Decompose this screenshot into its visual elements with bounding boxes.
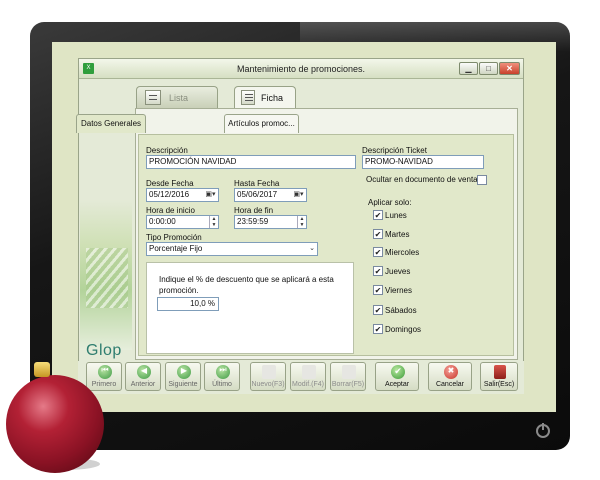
tipo-promocion-select[interactable]: Porcentaje Fijo ⌄ bbox=[146, 242, 318, 256]
subtab-articulos-promocion[interactable]: Artículos promoc... bbox=[224, 114, 299, 133]
nuevo-label: Nuevo(F3) bbox=[251, 381, 285, 388]
ocultar-checkbox[interactable] bbox=[477, 175, 487, 185]
descripcion-label: Descripción bbox=[146, 146, 188, 155]
ultimo-label: Último bbox=[212, 381, 232, 388]
domingos-label: Domingos bbox=[385, 325, 422, 334]
close-button[interactable]: ✕ bbox=[499, 62, 520, 75]
cancelar-label: Cancelar bbox=[435, 381, 464, 388]
borrar-label: Borrar(F5) bbox=[331, 381, 365, 388]
sabados-checkbox[interactable]: ✔ bbox=[373, 305, 383, 315]
anterior-label: Anterior bbox=[130, 381, 156, 388]
tab-lista[interactable]: Lista bbox=[136, 86, 218, 108]
last-record-icon: ⏭ bbox=[216, 365, 230, 379]
desde-fecha-value: 05/12/2016 bbox=[149, 190, 190, 199]
tab-ficha[interactable]: Ficha bbox=[234, 86, 296, 109]
nuevo-button[interactable]: Nuevo(F3) bbox=[250, 362, 286, 391]
minimize-button[interactable]: ▁ bbox=[459, 62, 478, 75]
primero-label: Primero bbox=[91, 381, 117, 388]
siguiente-button[interactable]: ▶ Siguiente bbox=[165, 362, 201, 391]
power-icon[interactable] bbox=[536, 423, 550, 438]
delete-document-icon bbox=[342, 365, 356, 379]
lunes-label: Lunes bbox=[385, 211, 407, 220]
salir-button[interactable]: Salir(Esc) bbox=[480, 362, 518, 391]
calendar-icon[interactable]: ▣▾ bbox=[291, 189, 306, 201]
hora-inicio-input[interactable]: 0:00:00 ▲ ▼ bbox=[146, 215, 219, 229]
hora-inicio-value: 0:00:00 bbox=[149, 217, 176, 226]
salir-label: Salir(Esc) bbox=[483, 381, 515, 388]
chevron-down-icon[interactable]: ⌄ bbox=[307, 243, 317, 255]
list-icon bbox=[241, 90, 255, 105]
discount-percent-input[interactable]: 10,0 % bbox=[157, 297, 219, 311]
next-icon: ▶ bbox=[177, 365, 191, 379]
hasta-fecha-label: Hasta Fecha bbox=[234, 179, 280, 188]
tipo-promocion-label: Tipo Promoción bbox=[146, 233, 202, 242]
miercoles-label: Miercoles bbox=[385, 248, 420, 257]
spinner-icon[interactable]: ▲ ▼ bbox=[297, 216, 306, 228]
aplicar-solo-label: Aplicar solo: bbox=[368, 198, 412, 207]
maximize-button[interactable]: □ bbox=[479, 62, 498, 75]
new-document-icon bbox=[262, 365, 276, 379]
anterior-button[interactable]: ◀ Anterior bbox=[125, 362, 161, 391]
lunes-checkbox[interactable]: ✔ bbox=[373, 210, 383, 220]
hora-fin-input[interactable]: 23:59:59 ▲ ▼ bbox=[234, 215, 307, 229]
discount-instruction: Indique el % de descuento que se aplicar… bbox=[159, 275, 334, 295]
ultimo-button[interactable]: ⏭ Último bbox=[204, 362, 240, 391]
christmas-ornament-icon bbox=[6, 375, 104, 473]
glop-logo: Glop bbox=[86, 342, 122, 359]
hasta-fecha-input[interactable]: 05/06/2017 ▣▾ bbox=[234, 188, 307, 202]
desde-fecha-label: Desde Fecha bbox=[146, 179, 194, 188]
first-record-icon: ⏮ bbox=[98, 365, 112, 379]
desde-fecha-input[interactable]: 05/12/2016 ▣▾ bbox=[146, 188, 219, 202]
descripcion-ticket-input[interactable]: PROMO-NAVIDAD bbox=[362, 155, 484, 169]
magnifier-icon bbox=[145, 90, 161, 105]
window-title: Mantenimiento de promociones. bbox=[236, 64, 366, 74]
decorative-side-art bbox=[80, 200, 132, 350]
descripcion-input[interactable]: PROMOCIÓN NAVIDAD bbox=[146, 155, 356, 169]
tipo-promocion-value: Porcentaje Fijo bbox=[149, 244, 203, 253]
edit-document-icon bbox=[302, 365, 316, 379]
borrar-button[interactable]: Borrar(F5) bbox=[330, 362, 366, 391]
aceptar-label: Aceptar bbox=[384, 381, 410, 388]
spinner-icon[interactable]: ▲ ▼ bbox=[209, 216, 218, 228]
martes-label: Martes bbox=[385, 230, 410, 239]
calendar-icon[interactable]: ▣▾ bbox=[203, 189, 218, 201]
exit-door-icon bbox=[494, 365, 506, 379]
jueves-checkbox[interactable]: ✔ bbox=[373, 266, 383, 276]
ornament-cap bbox=[34, 362, 50, 377]
modificar-button[interactable]: Modif.(F4) bbox=[290, 362, 326, 391]
viernes-label: Viernes bbox=[385, 286, 412, 295]
subtab-datos-generales[interactable]: Datos Generales bbox=[76, 114, 146, 133]
siguiente-label: Siguiente bbox=[168, 381, 198, 388]
hora-fin-value: 23:59:59 bbox=[237, 217, 269, 226]
cancel-icon: ✖ bbox=[444, 365, 458, 379]
domingos-checkbox[interactable]: ✔ bbox=[373, 324, 383, 334]
modificar-label: Modif.(F4) bbox=[292, 381, 324, 388]
sabados-label: Sábados bbox=[385, 306, 417, 315]
title-bar: X Mantenimiento de promociones. ▁ □ ✕ bbox=[79, 59, 523, 79]
cancelar-button[interactable]: ✖ Cancelar bbox=[428, 362, 472, 391]
martes-checkbox[interactable]: ✔ bbox=[373, 229, 383, 239]
tab-lista-label: Lista bbox=[169, 93, 189, 103]
primero-button[interactable]: ⏮ Primero bbox=[86, 362, 122, 391]
hora-inicio-label: Hora de inicio bbox=[146, 206, 195, 215]
aceptar-button[interactable]: ✔ Aceptar bbox=[375, 362, 419, 391]
ocultar-label: Ocultar en documento de venta bbox=[366, 175, 478, 184]
previous-icon: ◀ bbox=[137, 365, 151, 379]
check-icon: ✔ bbox=[391, 365, 405, 379]
descripcion-ticket-label: Descripción Ticket bbox=[362, 146, 427, 155]
miercoles-checkbox[interactable]: ✔ bbox=[373, 247, 383, 257]
jueves-label: Jueves bbox=[385, 267, 411, 276]
viernes-checkbox[interactable]: ✔ bbox=[373, 285, 383, 295]
hora-fin-label: Hora de fin bbox=[234, 206, 274, 215]
tab-ficha-label: Ficha bbox=[261, 93, 284, 103]
hasta-fecha-value: 05/06/2017 bbox=[237, 190, 278, 199]
